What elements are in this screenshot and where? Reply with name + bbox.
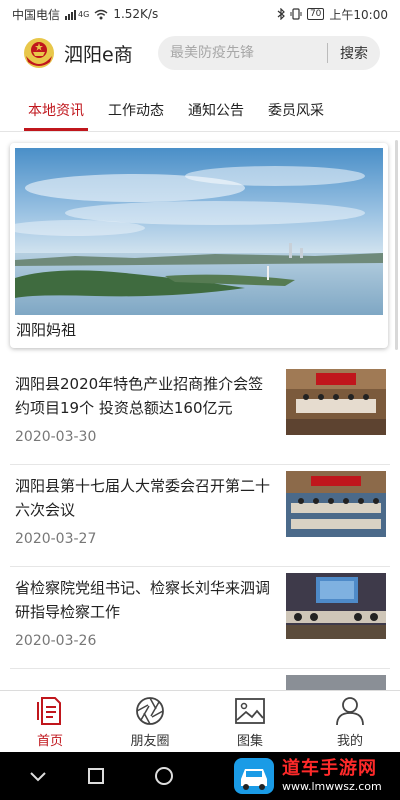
nav-profile[interactable]: 我的 <box>300 691 400 752</box>
news-thumbnail <box>286 369 386 435</box>
chevron-down-icon[interactable] <box>26 764 50 788</box>
nav-home-label: 首页 <box>36 734 63 749</box>
app-header: 泗阳e商 搜索 <box>0 28 400 78</box>
home-circle-icon[interactable] <box>152 764 176 788</box>
news-item[interactable]: 省检察院党组书记、检察长刘华来泗调研指导检察工作 2020-03-26 <box>10 567 390 669</box>
watermark-title: 道车手游网 <box>282 758 377 779</box>
bluetooth-icon <box>277 8 285 20</box>
news-item[interactable]: 泗阳县2020年特色产业招商推介会签约项目19个 投资总额达160亿元 2020… <box>10 363 390 465</box>
vibrate-icon <box>290 8 302 20</box>
app-title: 泗阳e商 <box>64 43 133 66</box>
featured-card[interactable]: 泗阳妈祖 <box>10 143 388 348</box>
category-tabs: 本地资讯 工作动态 通知公告 委员风采 <box>0 88 400 132</box>
news-item[interactable]: 泗阳县第十七届人大常委会召开第二十六次会议 2020-03-27 <box>10 465 390 567</box>
nav-gallery-label: 图集 <box>236 734 263 749</box>
network-label: 4G <box>78 9 90 19</box>
camera-aperture-icon <box>136 697 164 725</box>
image-gallery-icon <box>235 698 265 724</box>
home-document-icon <box>37 697 61 725</box>
speed-label: 1.52K/s <box>113 7 159 21</box>
tab-local-news[interactable]: 本地资讯 <box>16 88 96 131</box>
user-profile-icon <box>336 697 364 726</box>
news-date: 2020-03-26 <box>15 633 97 649</box>
news-date: 2020-03-30 <box>15 429 97 445</box>
news-date: 2020-03-27 <box>15 531 97 547</box>
status-bar: 中国电信 4G 1.52K/s 70 上午10:00 <box>0 0 400 28</box>
news-thumbnail <box>286 573 386 639</box>
watermark: 道车手游网 www.lmwwsz.com <box>232 752 400 800</box>
news-thumbnail <box>286 675 386 690</box>
featured-caption: 泗阳妈祖 <box>16 321 77 339</box>
battery-indicator: 70 <box>306 8 325 20</box>
carrier-label: 中国电信 <box>12 7 61 22</box>
car-logo-icon <box>234 758 274 794</box>
bottom-nav: 首页 朋友圈 图集 我的 <box>0 690 400 752</box>
nav-gallery[interactable]: 图集 <box>200 691 300 752</box>
signal-icon <box>65 9 77 20</box>
tab-work-updates[interactable]: 工作动态 <box>96 88 176 131</box>
news-thumbnail <box>286 471 386 537</box>
nav-profile-label: 我的 <box>336 734 363 749</box>
search-button[interactable]: 搜索 <box>328 43 380 63</box>
news-title: 省检察院党组书记、检察长刘华来泗调研指导检察工作 <box>15 579 271 621</box>
wifi-icon <box>94 9 108 19</box>
tab-members[interactable]: 委员风采 <box>256 88 336 131</box>
search-input[interactable] <box>170 45 327 61</box>
news-title: 泗阳县第十七届人大常委会召开第二十六次会议 <box>15 477 271 519</box>
scrollbar[interactable] <box>395 140 398 350</box>
featured-image <box>15 148 383 315</box>
nav-home[interactable]: 首页 <box>0 691 100 752</box>
news-title: 泗阳县2020年特色产业招商推介会签约项目19个 投资总额达160亿元 <box>15 375 264 417</box>
emblem-icon <box>24 38 54 68</box>
recent-apps-icon[interactable] <box>84 764 108 788</box>
nav-moments[interactable]: 朋友圈 <box>100 691 200 752</box>
nav-moments-label: 朋友圈 <box>130 734 170 749</box>
search-bar[interactable]: 搜索 <box>158 36 380 70</box>
tab-notices[interactable]: 通知公告 <box>176 88 256 131</box>
clock: 上午10:00 <box>329 7 388 22</box>
watermark-url: www.lmwwsz.com <box>282 780 382 793</box>
news-item[interactable] <box>10 669 390 690</box>
